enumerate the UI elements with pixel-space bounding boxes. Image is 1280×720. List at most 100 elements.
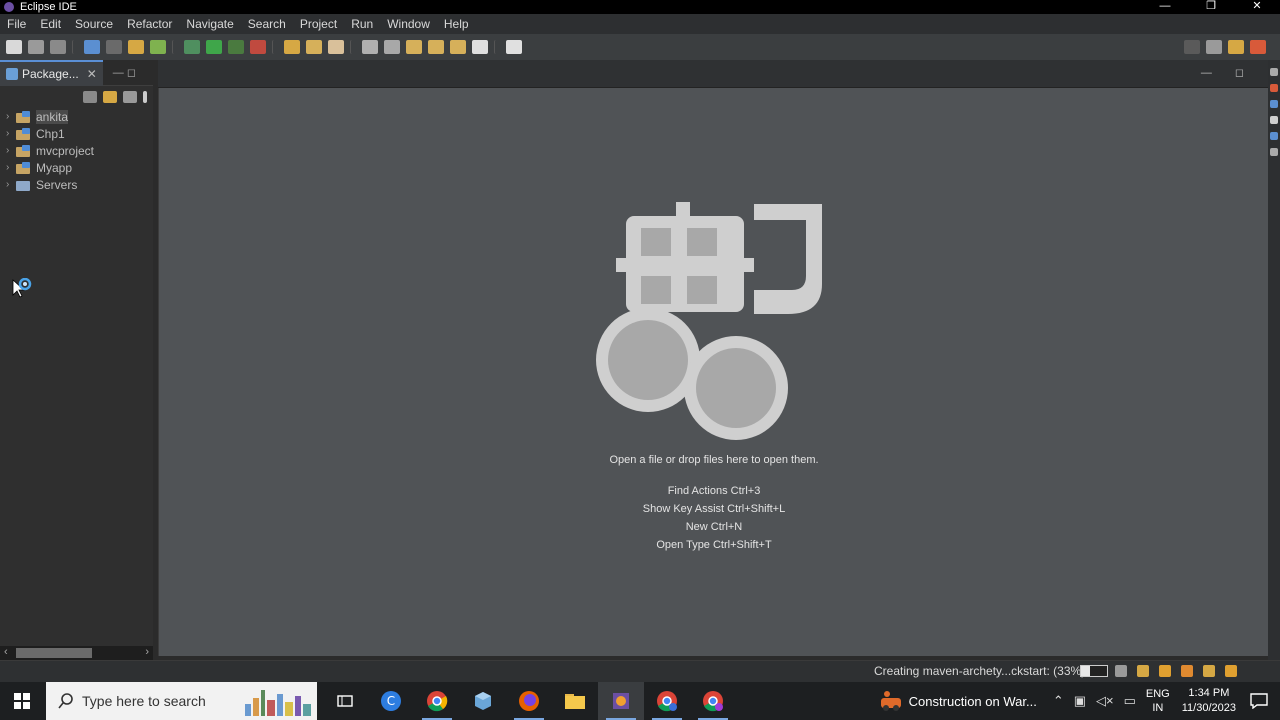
pin-editor-icon[interactable] bbox=[384, 40, 400, 54]
taskbar-app-3d[interactable] bbox=[460, 682, 506, 720]
taskbar-app-chrome[interactable] bbox=[414, 682, 460, 720]
chevron-right-icon[interactable]: › bbox=[6, 111, 16, 122]
scrollbar-thumb[interactable] bbox=[16, 648, 92, 658]
menu-source[interactable]: Source bbox=[68, 17, 120, 31]
refresh-icon[interactable] bbox=[150, 40, 166, 54]
prev-annotation-icon[interactable] bbox=[406, 40, 422, 54]
tree-item-chp1[interactable]: › Chp1 bbox=[6, 125, 153, 142]
tree-item-mvcproject[interactable]: › mvcproject bbox=[6, 142, 153, 159]
tab-package-explorer[interactable]: Package... ✕ bbox=[0, 59, 103, 86]
outline-icon[interactable] bbox=[1270, 84, 1278, 92]
next-annotation-icon[interactable] bbox=[428, 40, 444, 54]
open-perspective-icon[interactable] bbox=[1206, 40, 1222, 54]
update-icon[interactable] bbox=[1137, 665, 1149, 677]
task-view-button[interactable] bbox=[322, 682, 368, 720]
progress-view-icon[interactable] bbox=[1115, 665, 1127, 677]
new-icon[interactable] bbox=[6, 40, 22, 54]
marketplace-icon[interactable] bbox=[1159, 665, 1171, 677]
close-icon[interactable]: ✕ bbox=[87, 67, 97, 81]
annotation-icon[interactable] bbox=[362, 40, 378, 54]
menu-refactor[interactable]: Refactor bbox=[120, 17, 179, 31]
chrome-icon bbox=[427, 691, 448, 712]
chevron-right-icon[interactable]: › bbox=[6, 179, 16, 190]
java-perspective-icon[interactable] bbox=[1250, 40, 1266, 54]
main-toolbar bbox=[0, 34, 1280, 60]
console-icon[interactable] bbox=[1270, 132, 1278, 140]
status-bar: Creating maven-archety...ckstart: (33%) bbox=[0, 660, 1280, 682]
notification-center-icon[interactable] bbox=[1250, 693, 1268, 709]
open-type-icon[interactable] bbox=[284, 40, 300, 54]
coverage-icon[interactable] bbox=[228, 40, 244, 54]
chevron-right-icon[interactable]: › bbox=[6, 162, 16, 173]
progress-bar[interactable] bbox=[1080, 665, 1108, 677]
notification-icon[interactable] bbox=[1181, 665, 1193, 677]
menu-window[interactable]: Window bbox=[380, 17, 437, 31]
debug-icon[interactable] bbox=[184, 40, 200, 54]
new-java-project-icon[interactable] bbox=[128, 40, 144, 54]
open-task-icon[interactable] bbox=[306, 40, 322, 54]
monitor-icon[interactable]: ▭ bbox=[1124, 693, 1136, 709]
taskbar-app-file-explorer[interactable] bbox=[552, 682, 598, 720]
menu-navigate[interactable]: Navigate bbox=[179, 17, 240, 31]
tree-item-myapp[interactable]: › Myapp bbox=[6, 159, 153, 176]
restore-button[interactable]: ❐ bbox=[1188, 0, 1234, 14]
chevron-right-icon[interactable]: › bbox=[6, 128, 16, 139]
menu-file[interactable]: File bbox=[0, 17, 33, 31]
menu-help[interactable]: Help bbox=[437, 17, 476, 31]
package-explorer: Package... ✕ — ◻ › ankita › Chp1 › mvcpr… bbox=[0, 59, 153, 660]
task-list-icon[interactable] bbox=[1270, 100, 1278, 108]
taskbar-search-box[interactable]: Type here to search bbox=[46, 682, 317, 720]
taskbar-app-eclipse[interactable] bbox=[598, 682, 644, 720]
editor-drop-area[interactable]: Open a file or drop files here to open t… bbox=[158, 88, 1268, 656]
collapse-all-icon[interactable] bbox=[83, 91, 97, 103]
save-all-icon[interactable] bbox=[50, 40, 66, 54]
network-icon[interactable]: ▣ bbox=[1074, 693, 1086, 709]
taskbar-app-chrome-profile-s[interactable] bbox=[690, 682, 736, 720]
view-menu-icon[interactable] bbox=[143, 91, 147, 103]
chevron-right-icon[interactable]: › bbox=[6, 145, 16, 156]
weather-news-widget[interactable]: Construction on War... bbox=[879, 690, 1037, 712]
back-icon[interactable] bbox=[450, 40, 466, 54]
clock-time: 1:34 PM bbox=[1188, 687, 1230, 699]
tree-item-servers[interactable]: › Servers bbox=[6, 176, 153, 193]
servers-icon[interactable] bbox=[1270, 148, 1278, 156]
menu-search[interactable]: Search bbox=[241, 17, 293, 31]
language-indicator[interactable]: ENG IN bbox=[1146, 687, 1170, 715]
menu-edit[interactable]: Edit bbox=[33, 17, 68, 31]
progress-status-text[interactable]: Creating maven-archety...ckstart: (33%) bbox=[874, 664, 1085, 678]
tips-icon[interactable] bbox=[1203, 665, 1215, 677]
java-ee-perspective-icon[interactable] bbox=[1228, 40, 1244, 54]
settings-icon[interactable] bbox=[1225, 665, 1237, 677]
view-menu-icon[interactable] bbox=[1270, 68, 1278, 76]
taskbar-clock[interactable]: 1:34 PM 11/30/2023 bbox=[1182, 686, 1236, 716]
close-button[interactable]: ✕ bbox=[1234, 0, 1280, 14]
start-button[interactable] bbox=[0, 682, 44, 720]
minimize-button[interactable]: — bbox=[1142, 0, 1188, 14]
tree-item-ankita[interactable]: › ankita bbox=[6, 108, 153, 125]
taskbar-app-firefox[interactable] bbox=[506, 682, 552, 720]
filter-icon[interactable] bbox=[123, 91, 137, 103]
menu-run[interactable]: Run bbox=[344, 17, 380, 31]
hint-find-actions: Find Actions Ctrl+3 bbox=[667, 485, 761, 497]
link-with-editor-icon[interactable] bbox=[103, 91, 117, 103]
taskbar-app-chrome-profile-k[interactable] bbox=[644, 682, 690, 720]
search-tool-icon[interactable] bbox=[328, 40, 344, 54]
horizontal-scrollbar[interactable]: ‹ › bbox=[0, 646, 153, 660]
editor-minimize-maximize[interactable]: — ◻ bbox=[1201, 66, 1254, 79]
taskbar-app-cortana[interactable]: C bbox=[368, 682, 414, 720]
save-icon[interactable] bbox=[28, 40, 44, 54]
run-icon[interactable] bbox=[206, 40, 222, 54]
skip-breakpoints-icon[interactable] bbox=[106, 40, 122, 54]
scroll-right-icon[interactable]: › bbox=[145, 646, 149, 658]
problems-icon[interactable] bbox=[1270, 116, 1278, 124]
chevron-up-icon[interactable]: ⌃ bbox=[1053, 693, 1064, 709]
terminal-icon[interactable] bbox=[84, 40, 100, 54]
external-tools-icon[interactable] bbox=[250, 40, 266, 54]
view-minimize-maximize[interactable]: — ◻ bbox=[113, 66, 136, 79]
menu-project[interactable]: Project bbox=[293, 17, 344, 31]
volume-muted-icon[interactable]: ◁× bbox=[1096, 693, 1114, 709]
scroll-left-icon[interactable]: ‹ bbox=[4, 646, 8, 658]
forward-icon[interactable] bbox=[472, 40, 488, 54]
search-icon[interactable] bbox=[1184, 40, 1200, 54]
maximize-editor-icon[interactable] bbox=[506, 40, 522, 54]
